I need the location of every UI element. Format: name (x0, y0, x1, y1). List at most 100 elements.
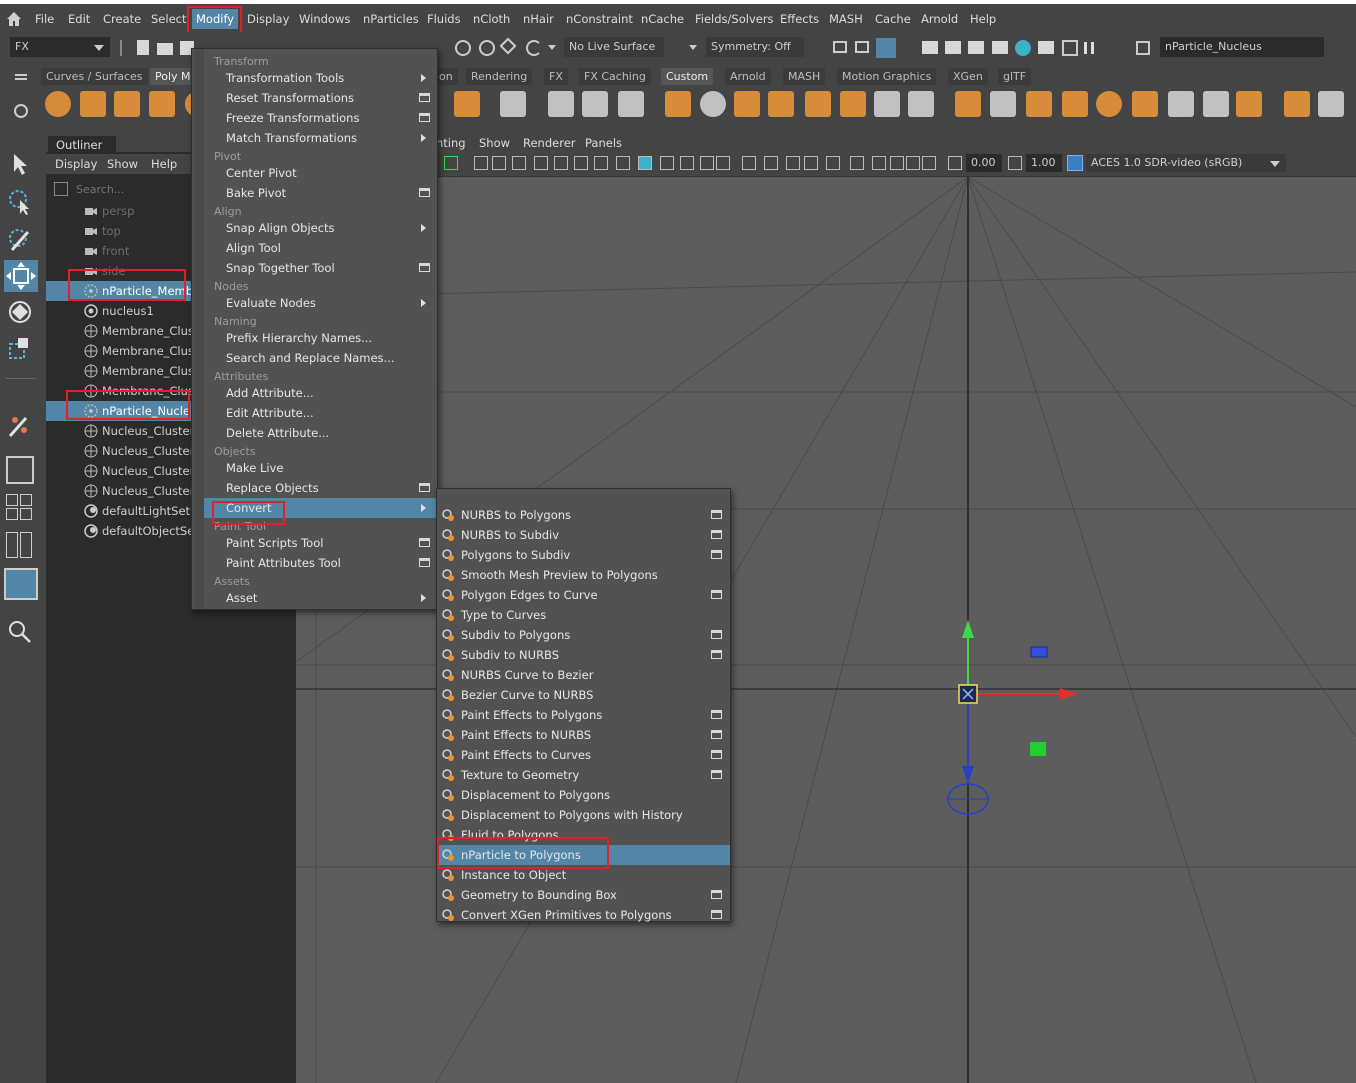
menu-effects[interactable]: Effects (780, 9, 819, 29)
open-scene-icon[interactable] (157, 43, 173, 55)
shelf-tab-arnold[interactable]: Arnold (725, 68, 771, 85)
menu-item-align-tool[interactable]: Align Tool (204, 238, 436, 258)
shelf-wrench-icon[interactable] (1236, 91, 1262, 117)
convert-item-subdiv-to-nurbs[interactable]: Subdiv to NURBS (437, 645, 730, 665)
menu-item-paint-attributes-tool[interactable]: Paint Attributes Tool (204, 553, 436, 573)
lasso-tool-icon[interactable] (6, 188, 34, 216)
paint-select-icon[interactable] (479, 40, 495, 56)
shelf-tab-xgen[interactable]: XGen (948, 68, 988, 85)
menu-item-freeze-transformations[interactable]: Freeze Transformations (204, 108, 436, 128)
menu-select[interactable]: Select (151, 9, 186, 29)
shelf-sphere-outline-icon[interactable] (700, 91, 726, 117)
viewport-toolbar-button-icon[interactable] (826, 156, 840, 170)
gamma-field[interactable]: 1.00 (1026, 154, 1062, 172)
color-management-icon[interactable] (1067, 155, 1083, 171)
shelf-sphere-icon[interactable] (45, 91, 71, 117)
menu-cache[interactable]: Cache (875, 9, 911, 29)
shelf-svg-icon[interactable] (454, 91, 480, 117)
convert-item-nparticle-to-polygons[interactable]: nParticle to Polygons (437, 845, 730, 865)
convert-item-displacement-to-polygons-with-history[interactable]: Displacement to Polygons with History (437, 805, 730, 825)
outliner-menu-display[interactable]: Display (55, 157, 97, 171)
viewport-toolbar-button-icon[interactable] (616, 156, 630, 170)
shelf-pieces-icon[interactable] (1062, 91, 1088, 117)
option-box-icon[interactable] (419, 538, 430, 547)
viewport-toolbar-button-icon[interactable] (638, 156, 652, 170)
rotate-tool-icon[interactable] (6, 298, 34, 326)
menu-edit[interactable]: Edit (68, 9, 90, 29)
shelf-combine-icon[interactable] (840, 91, 866, 117)
convert-item-fluid-to-polygons[interactable]: Fluid to Polygons (437, 825, 730, 845)
render-icon[interactable] (922, 41, 938, 54)
convert-item-nurbs-to-polygons[interactable]: NURBS to Polygons (437, 505, 730, 525)
convert-item-texture-to-geometry[interactable]: Texture to Geometry (437, 765, 730, 785)
menu-fluids[interactable]: Fluids (427, 9, 461, 29)
option-box-icon[interactable] (419, 558, 430, 567)
shelf-tab-custom[interactable]: Custom (661, 68, 714, 85)
lasso-select-icon[interactable] (455, 40, 471, 56)
menu-item-delete-attribute[interactable]: Delete Attribute... (204, 423, 436, 443)
outliner-title-tab[interactable]: Outliner (48, 136, 116, 154)
shelf-curve-icon[interactable] (665, 91, 691, 117)
menu-item-asset[interactable]: Asset (204, 588, 436, 608)
undo-icon[interactable] (526, 40, 542, 56)
convert-item-bezier-curve-to-nurbs[interactable]: Bezier Curve to NURBS (437, 685, 730, 705)
selection-name-field[interactable]: nParticle_Nucleus (1160, 37, 1324, 57)
viewport-toolbar-button-icon[interactable] (680, 156, 694, 170)
shelf-grid-icon[interactable] (500, 91, 526, 117)
convert-item-subdiv-to-polygons[interactable]: Subdiv to Polygons (437, 625, 730, 645)
camera-icon[interactable] (833, 41, 847, 53)
option-box-icon[interactable] (711, 710, 722, 719)
shelf-extrude-icon[interactable] (768, 91, 794, 117)
menu-display[interactable]: Display (247, 9, 289, 29)
shelf-cylinder-icon[interactable] (114, 91, 140, 117)
option-box-icon[interactable] (711, 730, 722, 739)
outliner-menu-show[interactable]: Show (107, 157, 138, 171)
paint-select-tool-icon[interactable] (6, 226, 34, 254)
viewport-toolbar-button-icon[interactable] (804, 156, 818, 170)
input-line-icon[interactable] (1136, 41, 1150, 55)
ipr-render-icon[interactable] (968, 41, 984, 54)
select-tool-icon[interactable] (6, 150, 34, 178)
convert-item-convert-xgen-primitives-to-polygons[interactable]: Convert XGen Primitives to Polygons (437, 905, 730, 925)
menu-modify[interactable]: Modify (192, 9, 239, 29)
viewport-toolbar-button-icon[interactable] (1008, 156, 1022, 170)
render-settings-icon[interactable] (992, 41, 1008, 54)
viewport-toolbar-button-icon[interactable] (872, 156, 886, 170)
render-view-icon[interactable] (1038, 41, 1054, 54)
outliner-filter-icon[interactable] (54, 182, 68, 196)
shelf-tab-rendering[interactable]: Rendering (466, 68, 533, 85)
convert-item-smooth-mesh-preview-to-polygons[interactable]: Smooth Mesh Preview to Polygons (437, 565, 730, 585)
option-box-icon[interactable] (711, 590, 722, 599)
convert-item-type-to-curves[interactable]: Type to Curves (437, 605, 730, 625)
gear-icon[interactable] (14, 104, 28, 118)
viewport-toolbar-button-icon[interactable] (906, 156, 920, 170)
symmetry-dropdown[interactable]: Symmetry: Off (706, 37, 804, 57)
viewport-toolbar-button-icon[interactable] (786, 156, 800, 170)
menu-ncache[interactable]: nCache (641, 9, 684, 29)
convert-item-displacement-to-polygons[interactable]: Displacement to Polygons (437, 785, 730, 805)
four-view-layout-icon[interactable] (6, 494, 32, 520)
outliner-search-input[interactable] (72, 180, 200, 198)
option-box-icon[interactable] (419, 113, 430, 122)
shelf-separate-icon[interactable] (990, 91, 1016, 117)
live-surface-field[interactable]: No Live Surface (564, 37, 664, 57)
menu-item-search-and-replace-names[interactable]: Search and Replace Names... (204, 348, 436, 368)
viewport-toolbar-button-icon[interactable] (716, 156, 730, 170)
viewport-toolbar-button-icon[interactable] (922, 156, 936, 170)
viewport-toolbar-button-icon[interactable] (554, 156, 568, 170)
convert-item-geometry-to-bounding-box[interactable]: Geometry to Bounding Box (437, 885, 730, 905)
convert-item-nurbs-curve-to-bezier[interactable]: NURBS Curve to Bezier (437, 665, 730, 685)
move-tool-icon[interactable] (4, 260, 38, 292)
shelf-ruler-icon[interactable] (1318, 91, 1344, 117)
convert-item-polygon-edges-to-curve[interactable]: Polygon Edges to Curve (437, 585, 730, 605)
option-box-icon[interactable] (711, 530, 722, 539)
component-select-icon[interactable] (499, 37, 517, 55)
viewport-toolbar-button-icon[interactable] (948, 156, 962, 170)
menu-ncloth[interactable]: nCloth (473, 9, 510, 29)
home-icon[interactable] (6, 11, 22, 27)
menu-item-snap-together-tool[interactable]: Snap Together Tool (204, 258, 436, 278)
shelf-timer-icon[interactable] (582, 91, 608, 117)
menu-item-center-pivot[interactable]: Center Pivot (204, 163, 436, 183)
convert-item-paint-effects-to-curves[interactable]: Paint Effects to Curves (437, 745, 730, 765)
shelf-box-icon[interactable] (1026, 91, 1052, 117)
